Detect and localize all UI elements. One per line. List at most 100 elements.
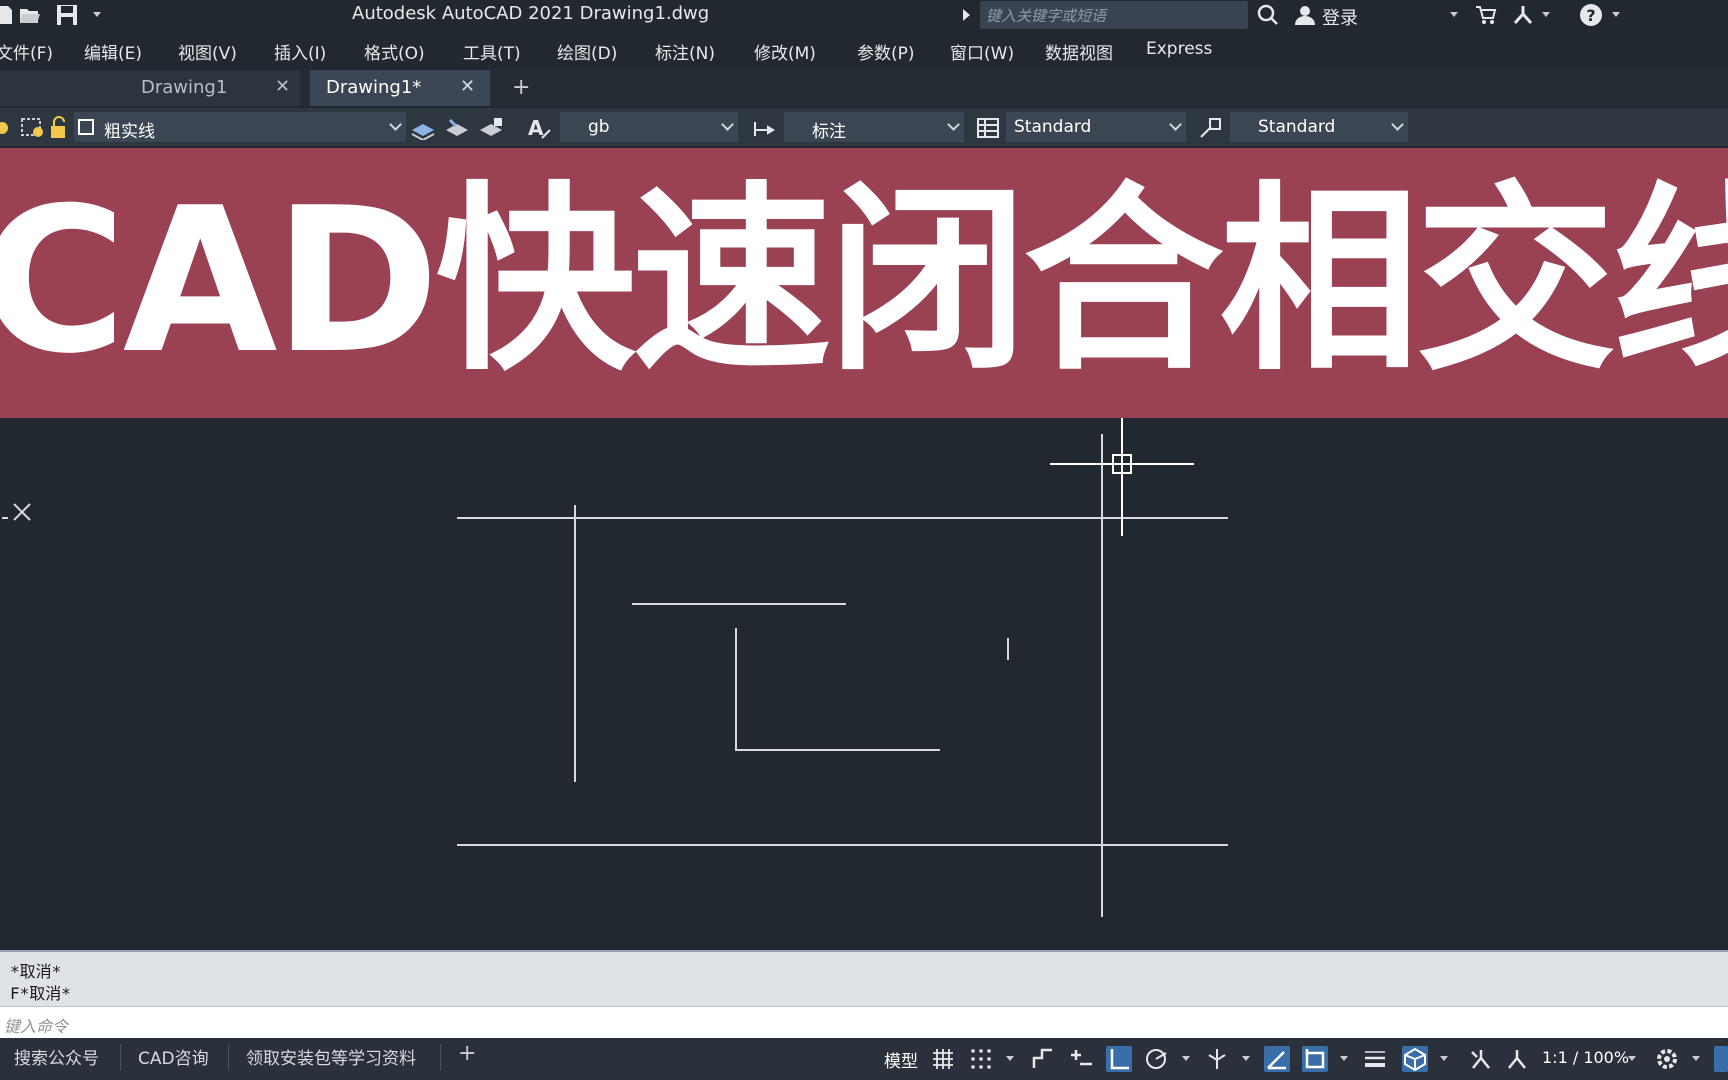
ucs-icon (2, 503, 31, 521)
help-dropdown-icon[interactable] (1612, 12, 1620, 17)
osnap-icon[interactable] (1302, 1046, 1328, 1072)
isodraft-icon[interactable] (1204, 1046, 1230, 1072)
polar-icon[interactable] (1144, 1046, 1170, 1072)
layer-dropdown[interactable]: 粗实线 (74, 112, 406, 142)
dimension-style-value: 标注 (812, 122, 846, 142)
layout-separator (228, 1044, 229, 1070)
layout-tab[interactable]: 搜索公众号 (14, 1044, 99, 1069)
table-style-dropdown[interactable]: Standard (1006, 112, 1186, 142)
model-space-button[interactable]: 模型 (884, 1047, 918, 1072)
scale-dropdown-icon[interactable] (1628, 1056, 1636, 1061)
text-style-icon[interactable]: A (526, 116, 552, 140)
menu-tools[interactable]: 工具(T) (463, 39, 521, 64)
menu-dimension[interactable]: 标注(N) (655, 39, 715, 64)
tab-label: Drawing1 (141, 77, 228, 98)
command-history: *取消* F*取消* (0, 950, 1728, 1006)
add-layout-button[interactable]: + (458, 1041, 476, 1066)
layout-tab[interactable]: 领取安装包等学习资料 (246, 1044, 416, 1069)
tab-drawing1-active[interactable]: Drawing1* ✕ (310, 70, 490, 106)
3d-osnap-dropdown-icon[interactable] (1440, 1056, 1448, 1061)
snap-dropdown-icon[interactable] (1006, 1056, 1014, 1061)
tab-close-icon[interactable]: ✕ (460, 76, 475, 97)
banner-title: CAD快速闭合相交线 (0, 165, 1728, 398)
menu-draw[interactable]: 绘图(D) (557, 39, 617, 64)
grid-icon[interactable] (930, 1046, 956, 1072)
search-placeholder: 键入关键字或短语 (986, 7, 1107, 25)
menu-parametric[interactable]: 参数(P) (857, 39, 915, 64)
customization-icon[interactable] (1714, 1046, 1728, 1072)
multileader-style-icon[interactable] (1198, 116, 1224, 140)
make-current-layer-icon[interactable] (410, 116, 436, 140)
login-dropdown-icon[interactable] (1450, 12, 1458, 17)
help-icon[interactable]: ? (1578, 3, 1604, 27)
annotation-scale-label[interactable]: 1:1 / 100% (1542, 1048, 1629, 1067)
menu-modify[interactable]: 修改(M) (754, 39, 816, 64)
chevron-down-icon (721, 118, 734, 131)
menu-data-view[interactable]: 数据视图 (1045, 39, 1113, 64)
annotation-visibility-icon[interactable] (1468, 1046, 1494, 1072)
text-style-dropdown[interactable]: gb (560, 112, 738, 142)
search-expand-icon[interactable] (963, 9, 970, 21)
dimension-style-dropdown[interactable]: 标注 (784, 112, 964, 142)
file-tab-bar: Drawing1 ✕ Drawing1* ✕ + (0, 70, 1728, 106)
layer-freeze-icon[interactable] (20, 116, 46, 140)
menu-window[interactable]: 窗口(W) (950, 39, 1014, 64)
tab-label: Drawing1* (326, 77, 422, 98)
gear-icon[interactable] (1654, 1046, 1680, 1072)
chevron-down-icon (389, 118, 402, 131)
infer-constraints-icon[interactable] (1030, 1046, 1056, 1072)
chevron-down-icon (947, 118, 960, 131)
menu-format[interactable]: 格式(O) (364, 39, 425, 64)
annotation-scale-icon[interactable] (1504, 1046, 1530, 1072)
login-link[interactable]: 登录 (1322, 4, 1358, 30)
snap-icon[interactable] (968, 1046, 994, 1072)
osnap-tracking-icon[interactable] (1264, 1046, 1290, 1072)
drawing-canvas[interactable] (0, 418, 1728, 948)
match-layer-icon[interactable] (444, 116, 470, 140)
user-icon[interactable] (1292, 3, 1318, 27)
tab-drawing1[interactable]: Drawing1 ✕ (0, 70, 300, 106)
window-title: Autodesk AutoCAD 2021 Drawing1.dwg (352, 3, 710, 24)
dimension-style-icon[interactable] (752, 116, 778, 140)
lineweight-icon[interactable] (1362, 1046, 1388, 1072)
polar-dropdown-icon[interactable] (1182, 1056, 1190, 1061)
table-style-icon[interactable] (976, 116, 1002, 140)
cart-icon[interactable] (1474, 3, 1498, 27)
properties-toolbar: 粗实线 A gb 标注 Standard Standard (0, 108, 1728, 146)
a360-dropdown-icon[interactable] (1542, 12, 1550, 17)
multileader-style-dropdown[interactable]: Standard (1230, 112, 1408, 142)
dynamic-input-icon[interactable] (1068, 1046, 1094, 1072)
isodraft-dropdown-icon[interactable] (1242, 1056, 1250, 1061)
layout-separator (120, 1044, 121, 1070)
command-history-line: F*取消* (10, 984, 71, 1003)
osnap-dropdown-icon[interactable] (1340, 1056, 1348, 1061)
menu-bar: 文件(F) 编辑(E) 视图(V) 插入(I) 格式(O) 工具(T) 绘图(D… (0, 34, 1728, 64)
3d-osnap-icon[interactable] (1402, 1046, 1428, 1072)
status-bar: 搜索公众号 CAD咨询 领取安装包等学习资料 + 模型 1:1 / 100% (0, 1038, 1728, 1080)
command-history-line: *取消* (10, 962, 62, 981)
workspace-dropdown-icon[interactable] (1692, 1056, 1700, 1061)
open-folder-icon[interactable] (18, 3, 42, 27)
menu-edit[interactable]: 编辑(E) (84, 39, 142, 64)
search-icon[interactable] (1256, 3, 1280, 27)
layout-tab[interactable]: CAD咨询 (138, 1044, 209, 1069)
svg-text:A: A (528, 116, 544, 140)
search-input[interactable]: 键入关键字或短语 (980, 1, 1248, 29)
menu-insert[interactable]: 插入(I) (274, 39, 326, 64)
autodesk-a360-icon[interactable] (1510, 3, 1536, 27)
menu-view[interactable]: 视图(V) (178, 39, 237, 64)
tab-close-icon[interactable]: ✕ (275, 76, 290, 97)
layer-previous-icon[interactable] (478, 116, 504, 140)
save-icon[interactable] (55, 3, 79, 27)
command-placeholder: 键入命令 (4, 1017, 69, 1036)
chevron-down-icon (1391, 118, 1404, 131)
ortho-icon[interactable] (1106, 1046, 1132, 1072)
layer-light-icon[interactable] (0, 116, 14, 140)
layer-lock-icon[interactable] (48, 116, 70, 140)
layer-value: 粗实线 (104, 122, 155, 142)
menu-express[interactable]: Express (1146, 39, 1212, 59)
menu-file[interactable]: 文件(F) (0, 39, 53, 64)
quick-access-dropdown-icon[interactable] (93, 12, 101, 17)
command-input[interactable]: 键入命令 (0, 1006, 1728, 1038)
new-tab-button[interactable]: + (512, 75, 530, 100)
